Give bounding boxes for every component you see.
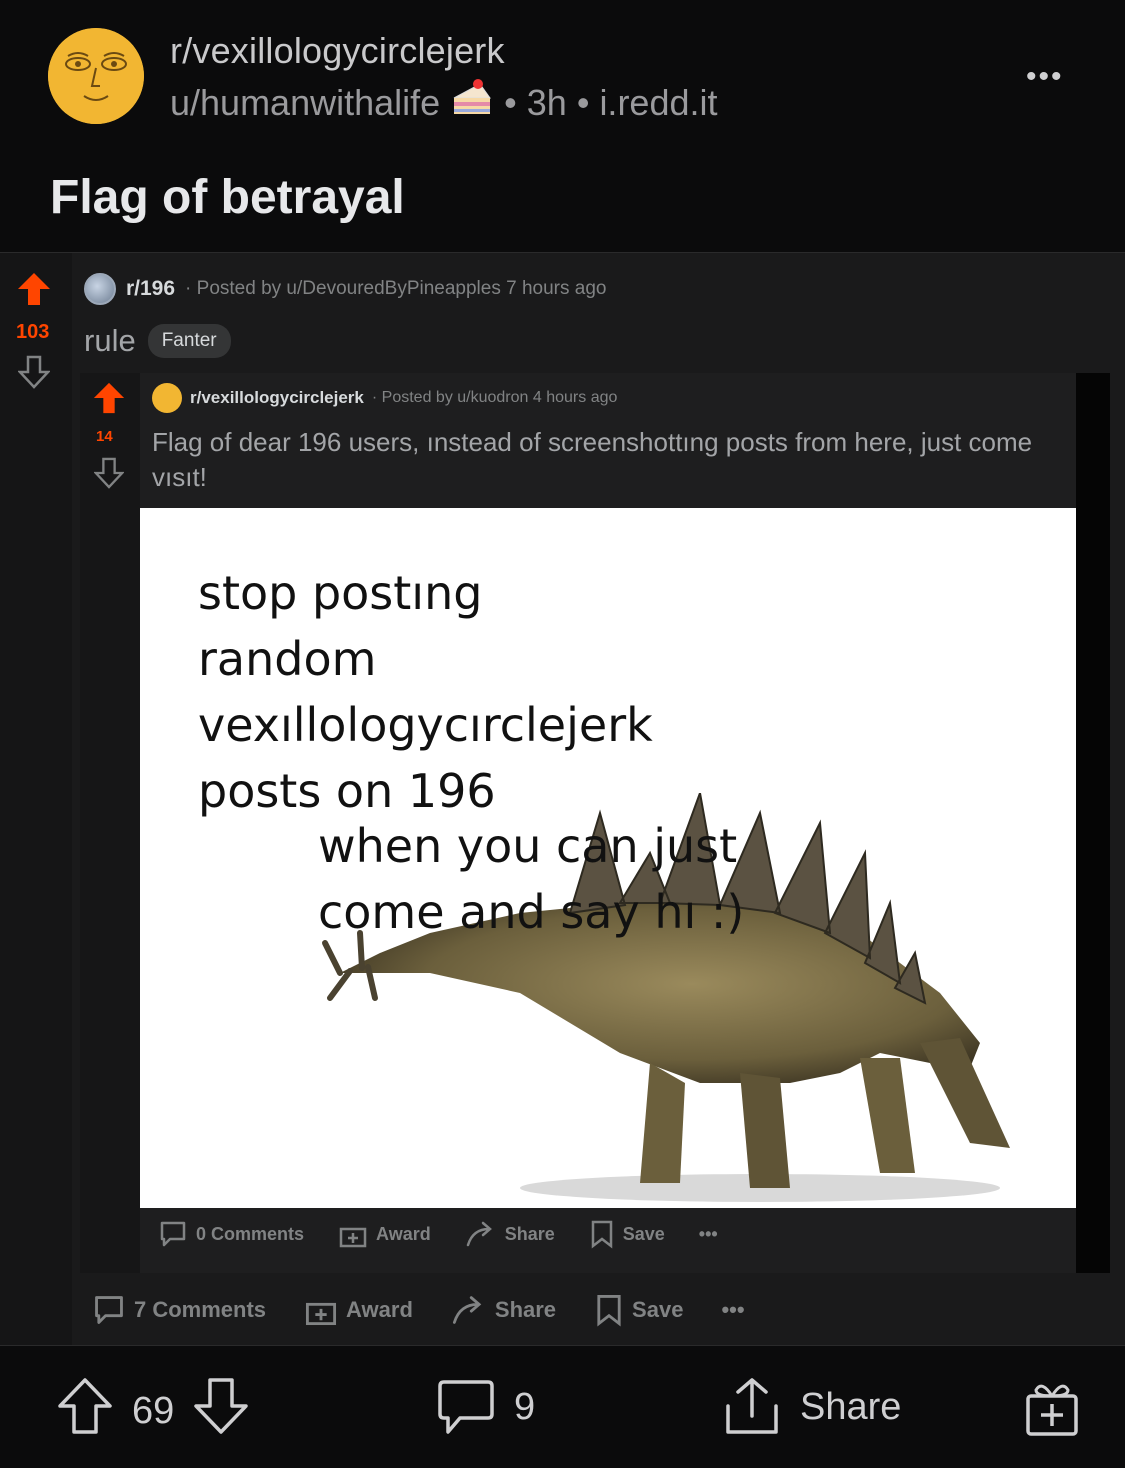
outer-meta: · Posted by u/DevouredByPineapples 7 hou… [185, 278, 607, 299]
outer-post-meta: r/196 · Posted by u/DevouredByPineapples… [84, 273, 606, 305]
upvote-arrow-icon [58, 1378, 112, 1434]
upvote-arrow-icon [16, 271, 52, 312]
post-title: Flag of betrayal [50, 171, 405, 224]
post-image[interactable]: 103 r/196 · Posted by u/DevouredByPineap… [0, 252, 1125, 1346]
comment-icon [438, 1380, 494, 1434]
outer-comments-button: 7 Comments [92, 1293, 266, 1327]
inner-comments-button: 0 Comments [158, 1219, 304, 1249]
bookmark-icon [597, 1294, 621, 1327]
upvote-button[interactable] [56, 1376, 114, 1446]
gift-icon [339, 1227, 367, 1248]
inner-save-button: Save [589, 1219, 665, 1249]
author-name[interactable]: u/humanwithalife [170, 82, 440, 124]
share-arrow-icon [466, 1221, 492, 1247]
outer-save-button: Save [594, 1293, 683, 1327]
vote-group: 69 [56, 1376, 250, 1446]
comment-count: 9 [514, 1385, 536, 1428]
inner-more-icon: ••• [698, 1223, 718, 1244]
inner-post-meta: r/vexillologycirclejerk · Posted by u/ku… [152, 383, 617, 413]
more-options-icon[interactable]: ••• [1026, 60, 1064, 94]
outer-action-bar: 7 Comments Award Share Save ••• [92, 1293, 745, 1327]
post-header: r/vexillologycirclejerk u/humanwithalife… [0, 0, 1125, 250]
inner-subreddit: r/vexillologycirclejerk [190, 388, 364, 407]
meme-caption-2: when you can just come and say hı :) [318, 819, 745, 939]
inner-meta: · Posted by u/kuodron 4 hours ago [371, 389, 618, 406]
award-button[interactable] [1022, 1376, 1082, 1438]
post-meta: u/humanwithalife • 3h • i.redd.it [170, 78, 718, 127]
post-age: 3h [526, 81, 567, 123]
outer-title-row: rule Fanter [84, 323, 231, 359]
gift-icon [306, 1302, 337, 1326]
subreddit-avatar[interactable] [48, 28, 144, 124]
downvote-button[interactable] [192, 1376, 250, 1446]
comments-button[interactable]: 9 [436, 1376, 535, 1438]
inner-title: Flag of dear 196 users, ınstead of scree… [152, 427, 1033, 492]
subreddit-name[interactable]: r/vexillologycirclejerk [170, 30, 505, 72]
share-upload-icon [726, 1378, 778, 1434]
meme-caption: stop postıng random vexıllologycırclejer… [198, 566, 653, 818]
post-flair: Fanter [147, 324, 231, 358]
vote-count: 69 [132, 1389, 175, 1432]
outer-vote-column: 103 [0, 253, 72, 1345]
comment-icon [95, 1296, 123, 1324]
gift-icon [1026, 1384, 1078, 1436]
bookmark-icon [591, 1220, 612, 1249]
inner-share-button: Share [465, 1219, 555, 1249]
outer-score: 103 [16, 321, 50, 343]
share-label: Share [800, 1385, 902, 1428]
downvote-arrow-icon [194, 1378, 249, 1434]
outer-more-icon: ••• [721, 1297, 745, 1322]
inner-award-button: Award [338, 1219, 431, 1249]
downvote-arrow-icon [17, 355, 51, 394]
crosspost-card: 14 r/vexillologycirclejerk · Posted by u… [80, 373, 1110, 1273]
sun-face-icon [48, 28, 144, 124]
share-button[interactable]: Share [722, 1376, 901, 1438]
comment-icon [160, 1221, 186, 1247]
vexillology-avatar-icon [152, 383, 182, 413]
r196-avatar-icon [84, 273, 116, 305]
outer-title: rule [84, 323, 136, 358]
inner-action-bar: 0 Comments Award Share Save ••• [158, 1219, 718, 1249]
outer-award-button: Award [304, 1293, 413, 1327]
cake-icon [450, 78, 494, 127]
bottom-action-bar: 69 9 Share [0, 1348, 1125, 1468]
share-arrow-icon [452, 1296, 482, 1324]
post-domain[interactable]: i.redd.it [599, 82, 717, 124]
downvote-arrow-icon [93, 457, 125, 494]
inner-vote-column: 14 [80, 373, 140, 1273]
outer-subreddit: r/196 [126, 277, 176, 300]
inner-score: 14 [96, 428, 113, 445]
upvote-arrow-icon [92, 381, 126, 420]
outer-share-button: Share [451, 1293, 556, 1327]
meme-image: stop postıng random vexıllologycırclejer… [140, 508, 1076, 1208]
